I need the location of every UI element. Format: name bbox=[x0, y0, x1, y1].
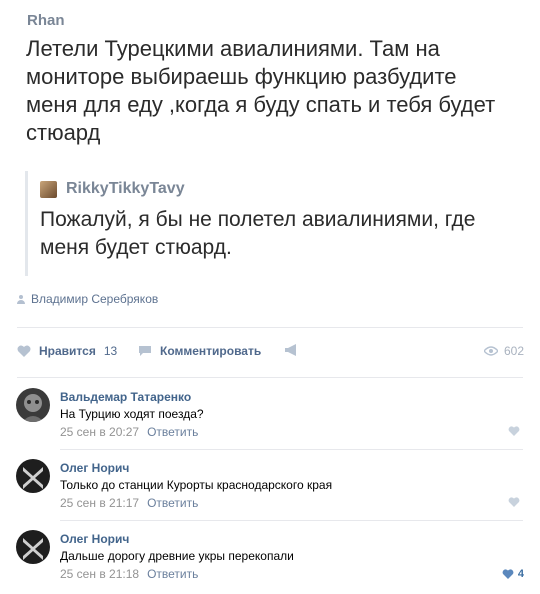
heart-icon bbox=[508, 426, 520, 436]
comment-like-button[interactable] bbox=[508, 426, 524, 436]
like-count: 13 bbox=[103, 344, 118, 358]
quote-bar bbox=[25, 171, 28, 276]
divider bbox=[60, 449, 523, 450]
divider bbox=[60, 520, 523, 521]
signer-name: Владимир Серебряков bbox=[31, 292, 159, 306]
comment-date[interactable]: 25 сен в 21:17 bbox=[60, 496, 139, 510]
comment-item: Вальдемар Татаренко На Турцию ходят поез… bbox=[0, 388, 540, 448]
comment-item: Олег Норич Дальше дорогу древние укры пе… bbox=[0, 530, 540, 590]
comment-text: На Турцию ходят поезда? bbox=[60, 407, 204, 421]
reply-link[interactable]: Ответить bbox=[147, 567, 198, 581]
comment-text: Дальше дорогу древние укры перекопали bbox=[60, 549, 294, 563]
comment-item: Олег Норич Только до станции Курорты кра… bbox=[0, 459, 540, 519]
views-counter: 602 bbox=[483, 344, 524, 358]
post-actions: Нравится 13 Комментировать 602 bbox=[0, 340, 540, 364]
comment-meta: 25 сен в 20:27 Ответить bbox=[60, 425, 198, 439]
quote-author[interactable]: RikkyTikkyTavy bbox=[66, 180, 185, 198]
like-label: Нравится bbox=[39, 344, 96, 358]
share-button[interactable] bbox=[284, 344, 300, 356]
comment-date[interactable]: 25 сен в 21:18 bbox=[60, 567, 139, 581]
reply-link[interactable]: Ответить bbox=[147, 425, 198, 439]
comment-label: Комментировать bbox=[160, 344, 262, 358]
eye-icon bbox=[483, 346, 498, 356]
divider bbox=[17, 327, 523, 328]
person-icon bbox=[17, 295, 25, 304]
comment-author[interactable]: Олег Норич bbox=[60, 532, 129, 546]
comment-like-button[interactable] bbox=[508, 497, 524, 507]
quote-text: Пожалуй, я бы не полетел авиалиниями, гд… bbox=[40, 208, 476, 259]
views-count: 602 bbox=[503, 344, 524, 358]
avatar[interactable] bbox=[16, 530, 50, 564]
comment-meta: 25 сен в 21:18 Ответить bbox=[60, 567, 198, 581]
post-text: Летели Турецкими авиалиниями. Там на мон… bbox=[26, 36, 496, 145]
post-author[interactable]: Rhan bbox=[27, 12, 67, 29]
heart-icon bbox=[502, 569, 514, 579]
reply-link[interactable]: Ответить bbox=[147, 496, 198, 510]
like-button[interactable]: Нравится 13 bbox=[17, 344, 117, 358]
post-signer[interactable]: Владимир Серебряков bbox=[17, 292, 158, 306]
avatar[interactable] bbox=[16, 459, 50, 493]
comment-meta: 25 сен в 21:17 Ответить bbox=[60, 496, 198, 510]
comment-like-count: 4 bbox=[517, 568, 524, 580]
comment-button[interactable]: Комментировать bbox=[138, 344, 261, 358]
comment-date[interactable]: 25 сен в 20:27 bbox=[60, 425, 139, 439]
comment-icon bbox=[139, 346, 151, 356]
comment-author[interactable]: Вальдемар Татаренко bbox=[60, 390, 191, 404]
heart-icon bbox=[508, 497, 520, 507]
heart-icon bbox=[17, 345, 31, 357]
avatar[interactable] bbox=[16, 388, 50, 422]
quote-avatar[interactable] bbox=[40, 181, 57, 198]
divider bbox=[17, 377, 523, 378]
comment-text: Только до станции Курорты краснодарского… bbox=[60, 478, 333, 492]
comment-author[interactable]: Олег Норич bbox=[60, 461, 129, 475]
megaphone-icon bbox=[285, 344, 296, 356]
comment-like-button[interactable]: 4 bbox=[502, 568, 524, 580]
